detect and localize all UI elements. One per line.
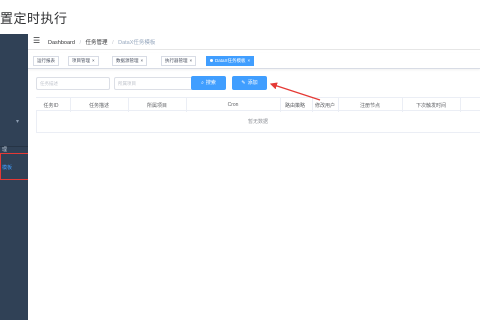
close-icon[interactable]: × — [190, 58, 193, 63]
chevron-down-icon[interactable]: ▾ — [16, 118, 19, 125]
navbar: ☰ Dashboard / 任务管理 / DataX任务模板 — [28, 34, 480, 50]
tag-label: DataX任务模板 — [215, 58, 246, 63]
breadcrumb: Dashboard / 任务管理 / DataX任务模板 — [48, 38, 155, 46]
column-divider — [70, 98, 71, 112]
add-button[interactable]: ✎ 添加 — [232, 76, 267, 90]
breadcrumb-item-dashboard[interactable]: Dashboard — [48, 40, 75, 46]
tag-label: 数据源管理 — [116, 58, 139, 63]
column-header: 任务描述 — [88, 103, 109, 109]
column-divider — [186, 98, 187, 112]
task-desc-placeholder: 任务描述 — [40, 81, 58, 86]
close-icon[interactable]: × — [141, 58, 144, 63]
column-header: 路由策略 — [284, 103, 305, 109]
close-icon[interactable]: × — [248, 58, 251, 63]
task-desc-input[interactable]: 任务描述 — [36, 77, 110, 90]
tag-label: 运行报表 — [37, 58, 55, 63]
column-divider — [460, 98, 461, 112]
search-icon: ⌕ — [201, 80, 204, 86]
table-empty-text: 暂无数据 — [36, 111, 480, 133]
column-divider — [312, 98, 313, 112]
column-header: 所属项目 — [146, 103, 167, 109]
sidebar-item[interactable]: 理 — [0, 146, 28, 153]
project-placeholder: 所属项目 — [118, 81, 136, 86]
search-button[interactable]: ⌕ 搜索 — [191, 76, 226, 90]
column-divider — [128, 98, 129, 112]
search-button-label: 搜索 — [205, 80, 216, 86]
add-button-label: 添加 — [247, 80, 258, 86]
column-header: 注册节点 — [359, 103, 380, 109]
breadcrumb-separator: / — [112, 40, 114, 46]
tag-datasource[interactable]: 数据源管理 × — [112, 56, 148, 66]
column-header: 修改用户 — [314, 103, 335, 109]
breadcrumb-item-task-management[interactable]: 任务管理 — [86, 40, 108, 46]
hamburger-icon[interactable]: ☰ — [33, 36, 40, 45]
breadcrumb-item-current: DataX任务模板 — [118, 40, 156, 46]
tag-label: 执行器管理 — [165, 58, 188, 63]
breadcrumb-separator: / — [79, 40, 81, 46]
tag-executor[interactable]: 执行器管理 × — [161, 56, 197, 66]
column-divider — [402, 98, 403, 112]
column-header: Cron — [227, 102, 239, 108]
column-header: 下次触发时间 — [415, 103, 446, 109]
tags-view: 运行报表 项目管理 × 数据源管理 × 执行器管理 × DataX任务模板 × — [28, 53, 480, 69]
column-header: 任务ID — [43, 103, 59, 109]
main-content: ☰ Dashboard / 任务管理 / DataX任务模板 运行报表 项目管理… — [28, 34, 480, 320]
column-divider — [338, 98, 339, 112]
close-icon[interactable]: × — [92, 58, 95, 63]
tag-datax-template[interactable]: DataX任务模板 × — [206, 56, 255, 66]
edit-icon: ✎ — [241, 80, 246, 86]
column-divider — [280, 98, 281, 112]
tag-label: 项目管理 — [72, 58, 90, 63]
table-header: 任务ID 任务描述 所属项目 Cron 路由策略 修改用户 注册节点 下次触发时… — [36, 97, 480, 112]
tag-report[interactable]: 运行报表 — [33, 56, 59, 66]
active-dot-icon — [210, 59, 213, 63]
page-title: 置定时执行 — [0, 11, 68, 26]
tag-project[interactable]: 项目管理 × — [68, 56, 99, 66]
